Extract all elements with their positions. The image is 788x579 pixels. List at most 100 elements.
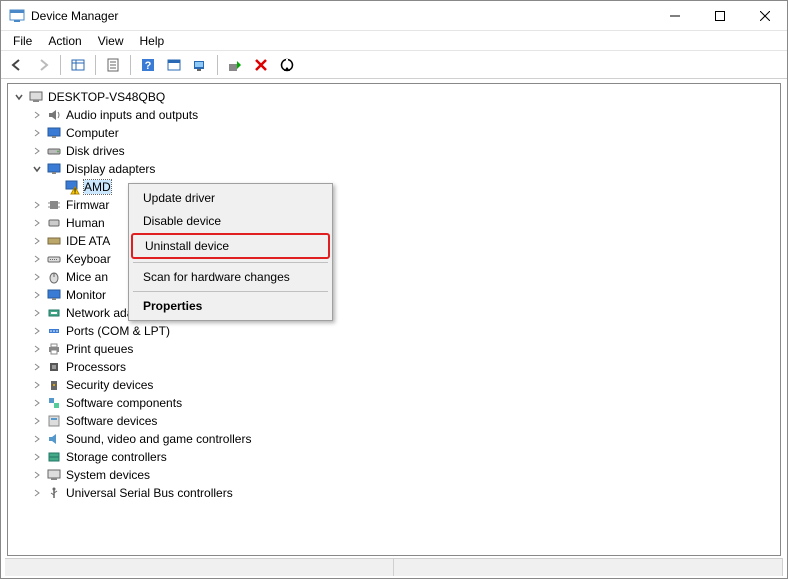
device-tree[interactable]: DESKTOP-VS48QBQ Audio inputs and outputs… xyxy=(7,83,781,556)
mouse-icon xyxy=(46,269,62,285)
highlight-box: Uninstall device xyxy=(131,233,330,259)
tree-item-ide[interactable]: IDE ATA xyxy=(8,232,780,250)
chevron-right-icon[interactable] xyxy=(30,108,44,122)
forward-button[interactable] xyxy=(31,53,55,77)
show-hide-tree-button[interactable] xyxy=(66,53,90,77)
tree-item-processors[interactable]: Processors xyxy=(8,358,780,376)
chevron-right-icon[interactable] xyxy=(30,486,44,500)
chevron-right-icon[interactable] xyxy=(30,414,44,428)
system-icon xyxy=(46,467,62,483)
minimize-button[interactable] xyxy=(652,1,697,30)
tree-label: Software components xyxy=(66,396,182,410)
tree-label: Display adapters xyxy=(66,162,155,176)
chevron-down-icon[interactable] xyxy=(30,162,44,176)
update-driver-button[interactable] xyxy=(223,53,247,77)
tree-item-swcomponents[interactable]: Software components xyxy=(8,394,780,412)
tree-item-printqueues[interactable]: Print queues xyxy=(8,340,780,358)
menu-separator xyxy=(133,262,328,263)
tree-item-computer[interactable]: Computer xyxy=(8,124,780,142)
security-icon xyxy=(46,377,62,393)
usb-icon xyxy=(46,485,62,501)
network-icon xyxy=(46,305,62,321)
tree-item-mice[interactable]: Mice an xyxy=(8,268,780,286)
tree-item-usb[interactable]: Universal Serial Bus controllers xyxy=(8,484,780,502)
port-icon xyxy=(46,323,62,339)
tree-label: Software devices xyxy=(66,414,157,428)
menu-update-driver[interactable]: Update driver xyxy=(131,187,330,209)
disable-button[interactable] xyxy=(275,53,299,77)
disk-icon xyxy=(46,143,62,159)
chevron-right-icon[interactable] xyxy=(30,198,44,212)
chevron-right-icon[interactable] xyxy=(30,396,44,410)
tree-label: Universal Serial Bus controllers xyxy=(66,486,233,500)
chevron-right-icon[interactable] xyxy=(30,288,44,302)
tree-item-monitors[interactable]: Monitor xyxy=(8,286,780,304)
chevron-down-icon[interactable] xyxy=(12,90,26,104)
tree-label: Storage controllers xyxy=(66,450,167,464)
chevron-right-icon[interactable] xyxy=(30,234,44,248)
menu-scan-hardware[interactable]: Scan for hardware changes xyxy=(131,266,330,288)
app-icon xyxy=(9,8,25,24)
tree-item-ports[interactable]: Ports (COM & LPT) xyxy=(8,322,780,340)
chevron-right-icon[interactable] xyxy=(30,468,44,482)
tree-label: IDE ATA xyxy=(66,234,110,248)
chevron-blank xyxy=(48,180,62,194)
uninstall-button[interactable] xyxy=(249,53,273,77)
tree-label: Audio inputs and outputs xyxy=(66,108,198,122)
help-button[interactable]: ? xyxy=(136,53,160,77)
back-button[interactable] xyxy=(5,53,29,77)
tree-label: Keyboar xyxy=(66,252,111,266)
menu-view[interactable]: View xyxy=(90,32,132,50)
chevron-right-icon[interactable] xyxy=(30,360,44,374)
tree-item-storage[interactable]: Storage controllers xyxy=(8,448,780,466)
tree-item-disk[interactable]: Disk drives xyxy=(8,142,780,160)
tree-item-sound[interactable]: Sound, video and game controllers xyxy=(8,430,780,448)
toolbar-separator xyxy=(60,55,61,75)
menu-properties[interactable]: Properties xyxy=(131,295,330,317)
menu-action[interactable]: Action xyxy=(40,32,89,50)
tree-item-system[interactable]: System devices xyxy=(8,466,780,484)
chevron-right-icon[interactable] xyxy=(30,126,44,140)
tree-item-swdevices[interactable]: Software devices xyxy=(8,412,780,430)
chevron-right-icon[interactable] xyxy=(30,432,44,446)
tree-item-firmware[interactable]: Firmwar xyxy=(8,196,780,214)
chevron-right-icon[interactable] xyxy=(30,144,44,158)
tree-root[interactable]: DESKTOP-VS48QBQ xyxy=(8,88,780,106)
tree-item-hid[interactable]: Human xyxy=(8,214,780,232)
tree-label: Ports (COM & LPT) xyxy=(66,324,170,338)
tree-item-display-child[interactable]: ! AMD xyxy=(8,178,780,196)
action-button[interactable] xyxy=(162,53,186,77)
chevron-right-icon[interactable] xyxy=(30,270,44,284)
toolbar: ? xyxy=(1,51,787,79)
tree-item-display[interactable]: Display adapters xyxy=(8,160,780,178)
tree-item-security[interactable]: Security devices xyxy=(8,376,780,394)
menu-uninstall-device[interactable]: Uninstall device xyxy=(133,235,328,257)
properties-button[interactable] xyxy=(101,53,125,77)
context-menu: Update driver Disable device Uninstall d… xyxy=(128,183,333,321)
chevron-right-icon[interactable] xyxy=(30,378,44,392)
window-title: Device Manager xyxy=(31,9,652,23)
menu-disable-device[interactable]: Disable device xyxy=(131,210,330,232)
close-button[interactable] xyxy=(742,1,787,30)
tree-label: Processors xyxy=(66,360,126,374)
chevron-right-icon[interactable] xyxy=(30,306,44,320)
menu-file[interactable]: File xyxy=(5,32,40,50)
chevron-right-icon[interactable] xyxy=(30,252,44,266)
monitor-icon xyxy=(46,125,62,141)
ide-icon xyxy=(46,233,62,249)
status-cell xyxy=(5,559,394,576)
chevron-right-icon[interactable] xyxy=(30,450,44,464)
tree-item-network[interactable]: Network adapters xyxy=(8,304,780,322)
printer-icon xyxy=(46,341,62,357)
scan-hardware-button[interactable] xyxy=(188,53,212,77)
chevron-right-icon[interactable] xyxy=(30,342,44,356)
chevron-right-icon[interactable] xyxy=(30,216,44,230)
menu-help[interactable]: Help xyxy=(132,32,173,50)
tree-item-keyboard[interactable]: Keyboar xyxy=(8,250,780,268)
tree-label: Computer xyxy=(66,126,119,140)
tree-label: Security devices xyxy=(66,378,153,392)
svg-text:?: ? xyxy=(145,60,152,72)
tree-item-audio[interactable]: Audio inputs and outputs xyxy=(8,106,780,124)
chevron-right-icon[interactable] xyxy=(30,324,44,338)
maximize-button[interactable] xyxy=(697,1,742,30)
